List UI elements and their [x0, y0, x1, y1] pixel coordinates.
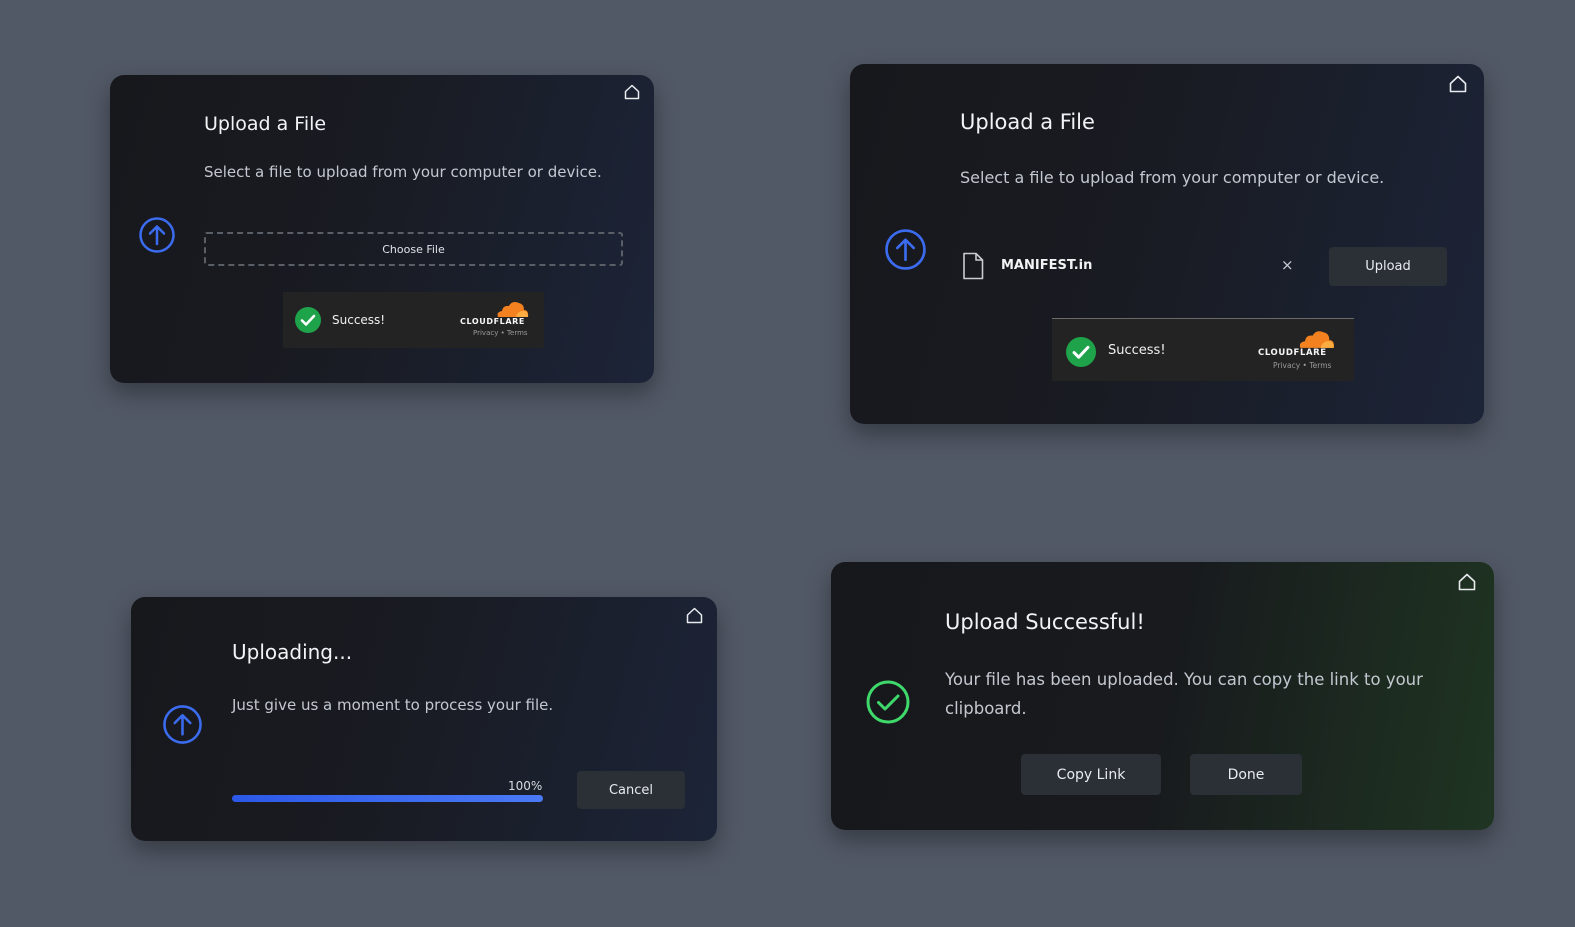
file-icon — [962, 252, 984, 280]
done-button[interactable]: Done — [1190, 754, 1302, 795]
progress-fill — [232, 795, 543, 802]
upload-card-choose: Upload a File Select a file to upload fr… — [110, 75, 654, 383]
cloudflare-brand: CLOUDFLARE — [1258, 348, 1327, 358]
turnstile-widget: Success! CLOUDFLARE Privacy • Terms — [283, 292, 544, 348]
choose-file-dropzone[interactable]: Choose File — [204, 232, 623, 266]
card-description: Just give us a moment to process your fi… — [232, 696, 554, 714]
selected-file-name: MANIFEST.in — [1001, 258, 1093, 273]
remove-file-button[interactable]: × — [1281, 256, 1294, 274]
card-title: Upload a File — [960, 110, 1095, 134]
card-description-line2: clipboard. — [945, 699, 1027, 718]
turnstile-status: Success! — [1108, 343, 1166, 358]
turnstile-status: Success! — [332, 313, 386, 327]
upload-arrow-circle-icon — [884, 228, 927, 271]
home-icon[interactable] — [623, 83, 641, 101]
upload-arrow-circle-icon — [138, 216, 176, 254]
check-circle-icon — [1066, 337, 1096, 367]
home-icon[interactable] — [685, 606, 704, 625]
card-title: Upload Successful! — [945, 610, 1145, 634]
card-description: Select a file to upload from your comput… — [204, 163, 602, 181]
home-icon[interactable] — [1457, 572, 1477, 592]
card-title: Uploading... — [232, 640, 353, 664]
progress-bar — [232, 795, 543, 802]
progress-percent: 100% — [508, 779, 543, 793]
privacy-terms-links[interactable]: Privacy • Terms — [1273, 361, 1331, 370]
card-title: Upload a File — [204, 113, 327, 135]
card-description-line1: Your file has been uploaded. You can cop… — [945, 670, 1423, 689]
cloudflare-brand: CLOUDFLARE — [460, 317, 525, 326]
card-description: Select a file to upload from your comput… — [960, 168, 1385, 187]
turnstile-widget: Success! CLOUDFLARE Privacy • Terms — [1052, 318, 1354, 381]
cancel-button[interactable]: Cancel — [577, 771, 685, 809]
upload-button[interactable]: Upload — [1329, 247, 1447, 286]
upload-card-selected: Upload a File Select a file to upload fr… — [850, 64, 1484, 424]
upload-success-card: Upload Successful! Your file has been up… — [831, 562, 1494, 830]
home-icon[interactable] — [1448, 74, 1468, 94]
copy-link-button[interactable]: Copy Link — [1021, 754, 1161, 795]
uploading-card: Uploading... Just give us a moment to pr… — [131, 597, 717, 841]
privacy-terms-links[interactable]: Privacy • Terms — [473, 329, 528, 337]
check-circle-icon — [295, 307, 321, 333]
upload-arrow-circle-icon — [162, 704, 203, 745]
check-circle-icon — [865, 679, 911, 725]
